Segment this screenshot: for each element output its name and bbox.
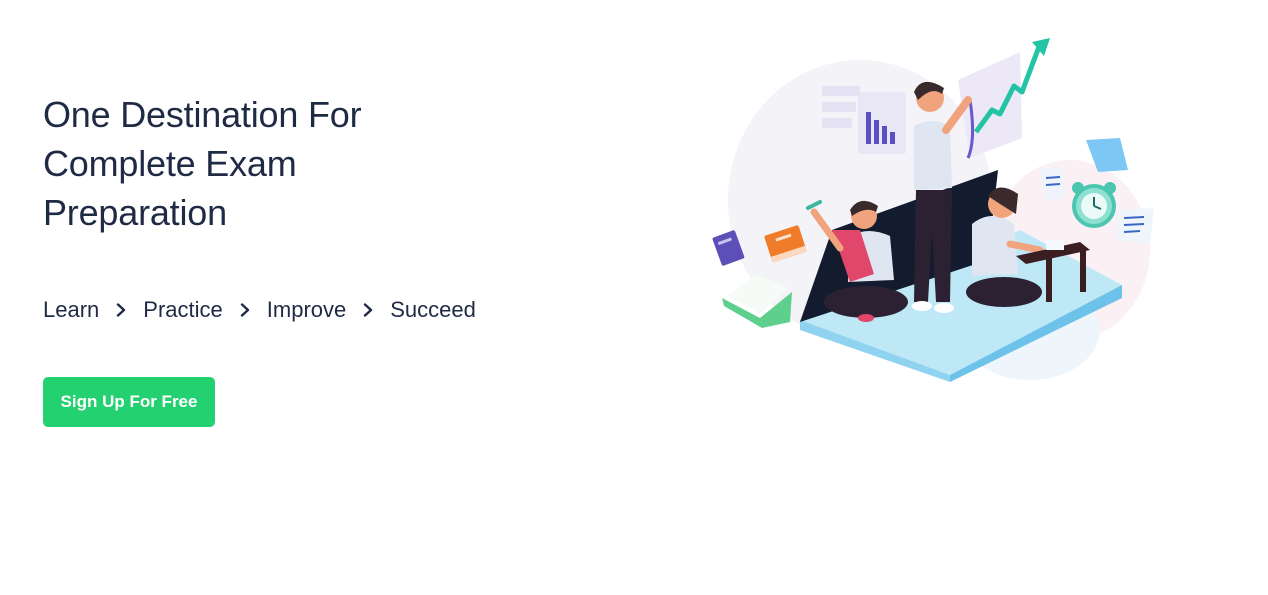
step-improve: Improve <box>266 297 347 322</box>
chevron-right-icon <box>362 303 374 317</box>
students-studying-illustration <box>700 30 1170 390</box>
step-practice: Practice <box>143 297 223 322</box>
chevron-right-icon <box>115 303 127 317</box>
steps-row: Learn Practice Improve Succeed <box>43 297 603 323</box>
chevron-right-icon <box>239 303 251 317</box>
hero-content: One Destination For Complete Exam Prepar… <box>43 90 603 323</box>
step-succeed: Succeed <box>390 297 476 322</box>
step-learn: Learn <box>43 297 100 322</box>
hero-title: One Destination For Complete Exam Prepar… <box>43 94 362 233</box>
sign-up-button[interactable]: Sign Up For Free <box>43 377 215 427</box>
